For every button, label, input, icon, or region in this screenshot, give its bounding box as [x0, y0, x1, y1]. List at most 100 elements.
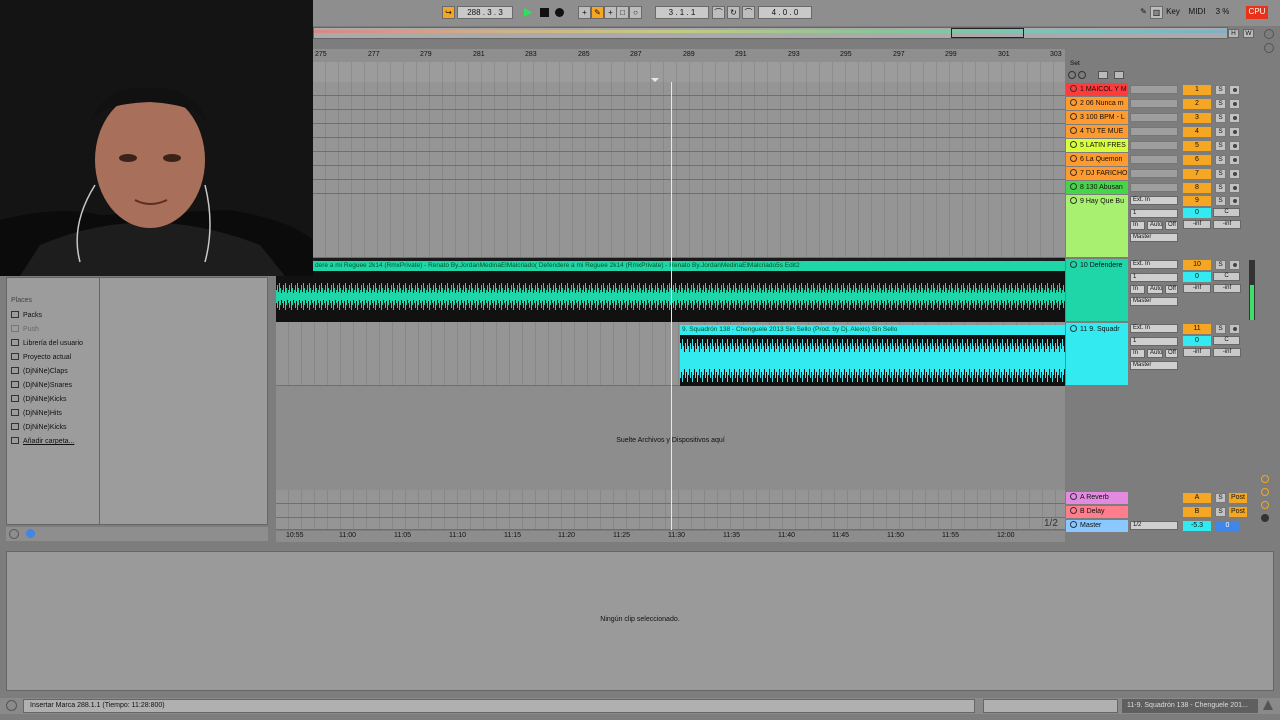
volume-slider[interactable]: [1130, 141, 1178, 150]
prev-locator-icon[interactable]: [1068, 71, 1076, 79]
track-header-4[interactable]: 4 TU TE MUE: [1066, 125, 1128, 138]
pan-field[interactable]: C: [1213, 208, 1240, 217]
monitor-in-button[interactable]: In: [1130, 285, 1145, 294]
beat-time-ruler[interactable]: 275 277 279 281 283 285 287 289 291 293 …: [313, 49, 1065, 62]
track-header-9[interactable]: 9 Hay Que Bu: [1066, 195, 1128, 257]
solo-button[interactable]: S: [1215, 141, 1226, 151]
browser-item-current-project[interactable]: Proyecto actual: [11, 353, 71, 361]
arm-button[interactable]: [1229, 183, 1240, 193]
solo-button[interactable]: S: [1215, 155, 1226, 165]
volume-slider[interactable]: [1130, 85, 1178, 94]
return-track-a[interactable]: A Reverb: [1066, 492, 1128, 504]
info-toggle-icon[interactable]: [6, 700, 17, 711]
draw-mode-button[interactable]: ✎: [1137, 6, 1150, 19]
track-activator-icon[interactable]: [1070, 169, 1077, 176]
browser-item-user-library[interactable]: Librería del usuario: [11, 339, 83, 347]
arrangement-overview[interactable]: [313, 27, 1228, 39]
key-map-button[interactable]: Key: [1164, 6, 1182, 19]
zoom-reset-icon[interactable]: [1261, 514, 1269, 522]
scrub-area[interactable]: [313, 62, 1065, 82]
volume-field[interactable]: 0: [1183, 272, 1211, 282]
track-activator-icon[interactable]: [1070, 521, 1077, 528]
solo-button[interactable]: S: [1215, 493, 1226, 503]
master-track[interactable]: Master: [1066, 520, 1128, 532]
track-header-11[interactable]: 11 9. Squadr: [1066, 323, 1128, 385]
browser-item-packs[interactable]: Packs: [11, 311, 42, 319]
arm-button[interactable]: [1229, 196, 1240, 206]
track-lane[interactable]: [313, 124, 1065, 138]
track-activator-icon[interactable]: [1070, 507, 1077, 514]
scrollbar[interactable]: [1262, 27, 1276, 55]
clip-title[interactable]: dere a mi Reguee 2k14 (RmxPrivate) - Ren…: [313, 261, 1065, 271]
track-number[interactable]: 7: [1183, 169, 1211, 179]
track-number[interactable]: 8: [1183, 183, 1211, 193]
pan-field[interactable]: C: [1213, 272, 1240, 281]
clip-detail-view[interactable]: Ningún clip seleccionado.: [6, 551, 1274, 691]
monitor-in-button[interactable]: In: [1130, 221, 1145, 230]
volume-slider[interactable]: [1130, 183, 1178, 192]
track-number[interactable]: 11: [1183, 324, 1211, 334]
volume-slider[interactable]: [1130, 127, 1178, 136]
fold-icon[interactable]: [1114, 71, 1124, 79]
locator-controls[interactable]: [1068, 71, 1128, 80]
track-activator-icon[interactable]: [1070, 127, 1077, 134]
volume-slider[interactable]: [1130, 113, 1178, 122]
monitor-auto-button[interactable]: Auto: [1147, 221, 1163, 230]
solo-button[interactable]: S: [1215, 183, 1226, 193]
solo-button[interactable]: S: [1215, 169, 1226, 179]
track-activator-icon[interactable]: [1070, 155, 1077, 162]
input-channel-select[interactable]: 1: [1130, 337, 1178, 346]
computer-midi-keyboard-button[interactable]: ▥: [1150, 6, 1163, 19]
track-lane[interactable]: [313, 138, 1065, 152]
selected-track-display[interactable]: 11-9. Squadrón 138 - Chenguele 201...: [1122, 699, 1258, 713]
solo-button[interactable]: S: [1215, 324, 1226, 334]
solo-button[interactable]: S: [1215, 85, 1226, 95]
monitor-in-button[interactable]: In: [1130, 349, 1145, 358]
master-volume-field[interactable]: -5.3: [1183, 521, 1211, 531]
track-number[interactable]: 2: [1183, 99, 1211, 109]
track-activator-icon[interactable]: [1070, 85, 1077, 92]
track-lane-hay-que[interactable]: [313, 194, 1065, 258]
input-channel-select[interactable]: 1: [1130, 273, 1178, 282]
arm-button[interactable]: [1229, 169, 1240, 179]
automation-arm-button[interactable]: ✎: [591, 6, 604, 19]
solo-button[interactable]: S: [1215, 507, 1226, 517]
punch-button[interactable]: □: [616, 6, 629, 19]
track-activator-icon[interactable]: [1070, 261, 1077, 268]
solo-button[interactable]: S: [1215, 196, 1226, 206]
track-activator-icon[interactable]: [1070, 325, 1077, 332]
monitor-auto-button[interactable]: Auto: [1147, 349, 1163, 358]
track-number[interactable]: B: [1183, 507, 1211, 517]
stop-button[interactable]: [538, 6, 551, 19]
track-header-6[interactable]: 6 La Quemon: [1066, 153, 1128, 166]
track-header-5[interactable]: 5 LATIN FRES: [1066, 139, 1128, 152]
loop-start-field[interactable]: 3 . 1 . 1: [655, 6, 709, 19]
detail-toggle-icon[interactable]: [1263, 700, 1273, 710]
volume-field[interactable]: 0: [1183, 208, 1211, 218]
track-lane[interactable]: [313, 110, 1065, 124]
input-type-select[interactable]: Ext. In: [1130, 260, 1178, 269]
track-header-10[interactable]: 10 Defendere: [1066, 259, 1128, 321]
volume-slider[interactable]: [1130, 169, 1178, 178]
master-pan-field[interactable]: 0: [1215, 521, 1240, 531]
arm-button[interactable]: [1229, 260, 1240, 270]
track-header-2[interactable]: 2 06 Nunca m: [1066, 97, 1128, 110]
arrangement-view[interactable]: dere a mi Reguee 2k14 (RmxPrivate) - Ren…: [276, 82, 1065, 530]
arm-button[interactable]: [1229, 85, 1240, 95]
volume-slider[interactable]: [1130, 155, 1178, 164]
clip-title[interactable]: 9. Squadrón 138 - Chenguele 2013 Sin Sel…: [680, 325, 1065, 335]
track-header-8[interactable]: 8 130 Abusan: [1066, 181, 1128, 194]
play-button[interactable]: [521, 6, 534, 19]
monitor-off-button[interactable]: Off: [1165, 285, 1178, 294]
preview-toggle-icon[interactable]: [26, 529, 35, 538]
track-lane[interactable]: [313, 82, 1065, 96]
post-button[interactable]: Post: [1229, 493, 1247, 503]
browser-item-kicks-2[interactable]: (DjNiNe)Kicks: [11, 423, 67, 431]
solo-button[interactable]: S: [1215, 99, 1226, 109]
solo-button[interactable]: S: [1215, 127, 1226, 137]
track-activator-icon[interactable]: [1070, 493, 1077, 500]
post-button[interactable]: Post: [1229, 507, 1247, 517]
volume-slider[interactable]: [1130, 99, 1178, 108]
output-select[interactable]: Master: [1130, 297, 1178, 306]
track-activator-icon[interactable]: [1070, 183, 1077, 190]
